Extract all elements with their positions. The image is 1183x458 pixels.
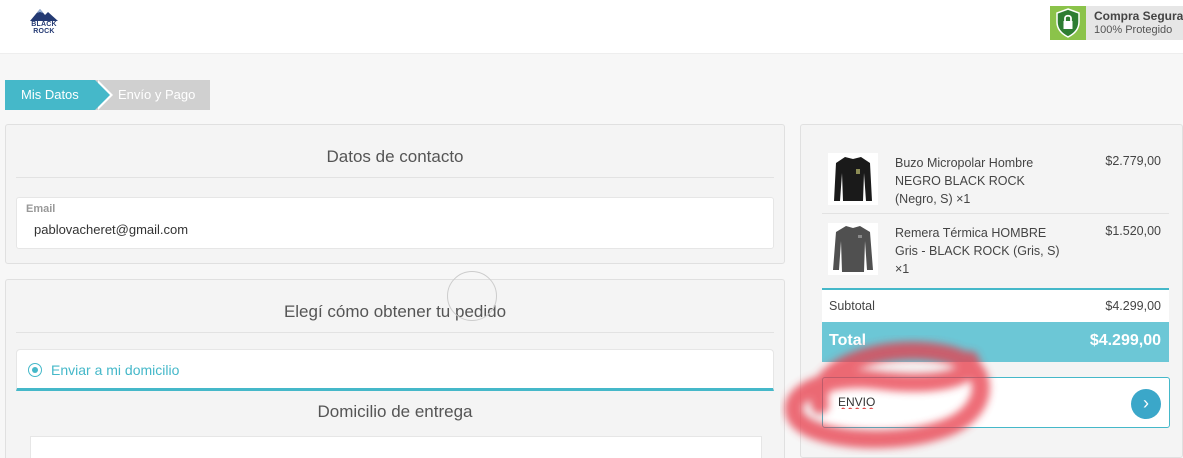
home-delivery-label[interactable]: Enviar a mi domicilio xyxy=(51,362,179,378)
coupon-input[interactable] xyxy=(838,395,1118,409)
shield-lock-icon xyxy=(1056,8,1080,38)
coupon-field[interactable]: › xyxy=(822,377,1170,428)
total-row: Total $4.299,00 xyxy=(822,322,1169,362)
black-rock-logo[interactable]: BLACK ROCK xyxy=(28,7,60,41)
subtotal-value: $4.299,00 xyxy=(1105,299,1161,313)
subtotal-row: Subtotal $4.299,00 xyxy=(822,288,1169,322)
loading-spinner-icon xyxy=(447,271,497,321)
contact-panel: Datos de contacto Email xyxy=(5,124,785,264)
secure-title: Compra Segura xyxy=(1094,9,1183,23)
home-delivery-option[interactable]: Enviar a mi domicilio xyxy=(16,349,774,391)
address-title: Domicilio de entrega xyxy=(317,402,473,421)
shipping-panel: Elegí cómo obtener tu pedido Enviar a mi… xyxy=(5,279,785,458)
order-summary: Buzo Micropolar Hombre NEGRO BLACK ROCK … xyxy=(800,124,1183,458)
secure-subtitle: 100% Protegido xyxy=(1094,24,1173,36)
item-name: Remera Térmica HOMBRE Gris - BLACK ROCK … xyxy=(895,226,1060,276)
radio-selected-icon[interactable] xyxy=(28,363,42,377)
logo-line-1: BLACK xyxy=(31,21,57,28)
secure-purchase-badge: Compra Segura 100% Protegido xyxy=(1050,6,1183,40)
email-label: Email xyxy=(26,203,56,215)
subtotal-label: Subtotal xyxy=(829,299,875,313)
black-jacket-icon xyxy=(828,153,878,205)
email-field[interactable]: Email xyxy=(16,197,774,249)
cart-item: Buzo Micropolar Hombre NEGRO BLACK ROCK … xyxy=(822,148,1169,214)
logo-line-2: ROCK xyxy=(33,28,55,35)
total-label: Total xyxy=(829,332,867,349)
top-header: BLACK ROCK Compra Segura 100% Protegido xyxy=(0,0,1183,54)
gray-shirt-icon xyxy=(828,223,878,275)
item-name: Buzo Micropolar Hombre NEGRO BLACK ROCK … xyxy=(895,156,1034,206)
total-value: $4.299,00 xyxy=(1089,332,1161,349)
shipping-title: Elegí cómo obtener tu pedido xyxy=(16,302,774,333)
item-price: $2.779,00 xyxy=(1105,154,1161,168)
address-form-box xyxy=(30,436,762,458)
step-mis-datos[interactable]: Mis Datos xyxy=(5,80,113,110)
shield-container xyxy=(1050,6,1086,40)
apply-coupon-button[interactable]: › xyxy=(1131,389,1161,419)
mountain-icon xyxy=(30,9,58,21)
cart-item: Remera Térmica HOMBRE Gris - BLACK ROCK … xyxy=(822,218,1169,286)
contact-title: Datos de contacto xyxy=(16,147,774,178)
email-input[interactable] xyxy=(34,222,734,237)
item-price: $1.520,00 xyxy=(1105,224,1161,238)
